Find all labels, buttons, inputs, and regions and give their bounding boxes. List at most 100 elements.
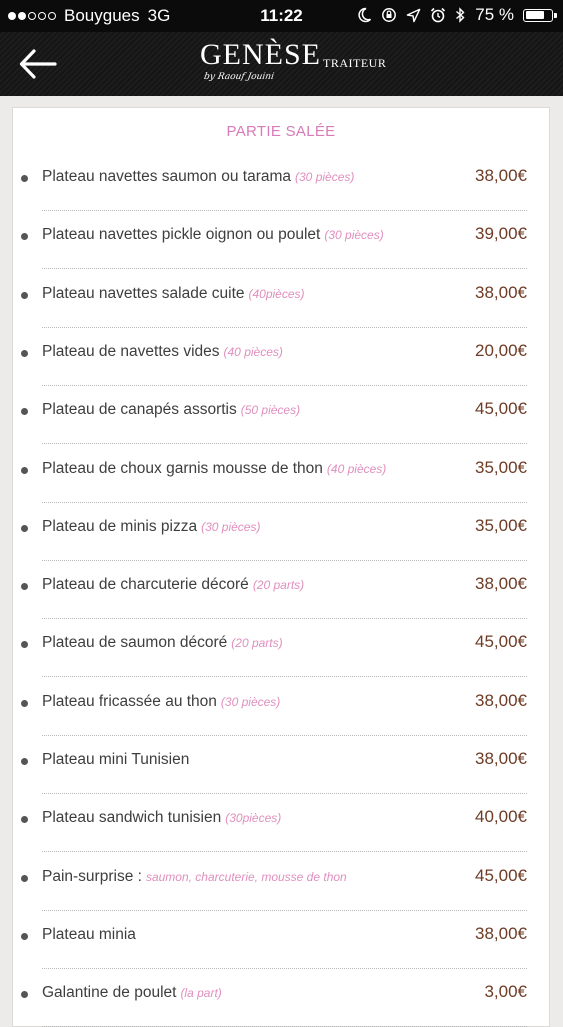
menu-item-quantity: (30 pièces) (295, 170, 355, 184)
menu-item-title: Plateau de minis pizza (42, 517, 198, 535)
menu-item-name: Plateau de choux garnis mousse de thon (4… (42, 460, 386, 478)
menu-item-title: Plateau navettes saumon ou tarama (42, 168, 292, 185)
menu-item-price: 35,00€ (475, 515, 527, 535)
menu-item: Plateau navettes pickle oignon ou poulet… (13, 211, 549, 270)
menu-item-price: 45,00€ (475, 632, 527, 652)
menu-item: Plateau de choux garnis mousse de thon (4… (13, 445, 549, 503)
menu-item-quantity: (40 pièces) (326, 461, 387, 476)
menu-item-name: Plateau de charcuterie décoré (20 parts) (42, 576, 304, 594)
menu-item-price: 38,00€ (475, 749, 527, 768)
menu-item: Plateau navettes salade cuite (40pièces) 3… (13, 270, 549, 328)
battery-fill (525, 11, 544, 19)
menu-item: Plateau sandwich tunisien (30pièces) 40,00… (13, 794, 549, 853)
menu-item-price: 35,00€ (475, 457, 527, 477)
menu-card: PARTIE SALÉE Plateau navettes saumon ou … (12, 107, 550, 1027)
menu-item-quantity: (30 pièces) (201, 519, 261, 534)
menu-item-quantity: (30 pièces) (220, 694, 281, 709)
menu-item-title: Plateau fricassée au thon (42, 692, 217, 710)
menu-item-title: Plateau minia (42, 925, 136, 943)
logo-signature: by Raouf Jouini (203, 72, 275, 82)
menu-item-title: Plateau de navettes vides (42, 342, 220, 360)
menu-item: Pain-surprise : saumon, charcuterie, mous… (13, 853, 549, 911)
menu-item-name: Pain-surprise : saumon, charcuterie, mous… (42, 868, 347, 886)
section-title: PARTIE SALÉE (226, 123, 336, 140)
menu-item: Plateau mini Tunisien 38,00€ (13, 736, 549, 794)
brand-logo: GENÈSE TRAITEUR by Raouf Jouini (200, 38, 400, 92)
bullet-icon (21, 408, 28, 416)
rotation-lock-icon (382, 8, 397, 22)
menu-item-price: 39,00€ (475, 224, 527, 244)
menu-item-title: Plateau de saumon décoré (42, 634, 228, 652)
menu-item: Plateau de charcuterie décoré (20 parts) 3… (13, 561, 549, 620)
menu-item: Plateau de navettes vides (40 pièces) 20,0… (13, 328, 549, 386)
status-bar: Bouygues 3G 11:22 75 % (0, 0, 563, 32)
bluetooth-icon (456, 7, 465, 23)
menu-item-quantity: (30 pièces) (324, 228, 384, 243)
menu-item-price: 45,00€ (475, 399, 527, 419)
bullet-icon (21, 175, 28, 182)
app-header: GENÈSE TRAITEUR by Raouf Jouini (0, 32, 563, 96)
menu-item: Plateau de saumon décoré (20 parts) 45,00€ (13, 619, 549, 678)
menu-item-name: Plateau de canapés assortis (50 pièces) (42, 401, 300, 419)
menu-item-name: Plateau navettes saumon ou tarama (30 piè… (42, 168, 354, 186)
menu-item-price: 45,00€ (475, 865, 527, 885)
bullet-icon (21, 874, 28, 882)
bullet-icon (21, 349, 28, 357)
menu-item-price: 40,00€ (475, 807, 527, 827)
back-arrow-icon (19, 49, 57, 79)
bullet-icon (21, 932, 28, 940)
location-icon (406, 8, 421, 22)
bullet-icon (21, 524, 28, 532)
bullet-icon (21, 641, 28, 649)
menu-item-price: 38,00€ (475, 574, 527, 594)
menu-item-name: Plateau de navettes vides (40 pièces) (42, 343, 283, 361)
menu-item-quantity: (40 pièces) (223, 344, 283, 359)
menu-item-name: Plateau de minis pizza (30 pièces) (42, 518, 260, 536)
menu-item-title: Plateau navettes salade cuite (42, 284, 245, 302)
menu-item: Galantine de poulet (la part) 3,00€ (13, 969, 549, 1027)
alarm-icon (431, 7, 446, 23)
menu-item-name: Plateau de saumon décoré (20 parts) (42, 634, 283, 652)
menu-item-title: Plateau navettes pickle oignon ou poulet (42, 226, 321, 244)
menu-item: Plateau de minis pizza (30 pièces) 35,00€ (13, 503, 549, 561)
menu-item-quantity: (la part) (180, 986, 222, 1001)
bullet-icon (21, 291, 28, 299)
bullet-icon (21, 699, 28, 707)
menu-item-title: Plateau mini Tunisien (42, 751, 190, 768)
menu-item-price: 38,00€ (475, 690, 527, 710)
logo-sub-text: TRAITEUR (323, 56, 387, 70)
battery-percent: 75 % (475, 5, 514, 24)
menu-item-title: Plateau sandwich tunisien (42, 809, 222, 827)
menu-item-title: Plateau de charcuterie décoré (42, 576, 249, 594)
menu-item-name: Plateau fricassée au thon (30 pièces) (42, 693, 280, 711)
menu-item-title: Pain-surprise : (42, 867, 142, 885)
menu-item-name: Galantine de poulet (la part) (42, 984, 222, 1002)
menu-item-price: 38,00€ (475, 166, 527, 185)
bullet-icon (21, 233, 28, 241)
menu-item: Plateau de canapés assortis (50 pièces) 45… (13, 386, 549, 445)
menu-item-price: 38,00€ (475, 923, 527, 943)
menu-item-quantity: (40pièces) (248, 286, 305, 301)
menu-item-title: Galantine de poulet (42, 984, 177, 1002)
menu-item-name: Plateau mini Tunisien (42, 751, 189, 769)
menu-item-price: 3,00€ (484, 982, 527, 1002)
menu-item-quantity: (30pièces) (225, 811, 282, 826)
back-button[interactable] (18, 46, 58, 82)
menu-item-name: Plateau minia (42, 926, 136, 944)
menu-item-name: Plateau sandwich tunisien (30pièces) (42, 809, 281, 827)
bullet-icon (21, 816, 28, 824)
menu-item-name: Plateau navettes pickle oignon ou poulet… (42, 226, 384, 244)
bullet-icon (21, 991, 28, 999)
menu-item: Plateau minia 38,00€ (13, 911, 549, 969)
menu-item-price: 38,00€ (475, 282, 527, 302)
menu-item-quantity: (50 pièces) (240, 403, 301, 418)
battery-icon (523, 8, 557, 22)
menu-item-title: Plateau de choux garnis mousse de thon (42, 459, 323, 477)
menu-item: Plateau fricassée au thon (30 pièces) 38,0… (13, 678, 549, 736)
menu-item-quantity: saumon, charcuterie, mousse de thon (145, 869, 347, 884)
bullet-icon (21, 466, 28, 474)
moon-icon (358, 7, 372, 23)
bullet-icon (21, 758, 28, 765)
status-right: 75 % (356, 5, 557, 25)
bullet-icon (21, 583, 28, 591)
